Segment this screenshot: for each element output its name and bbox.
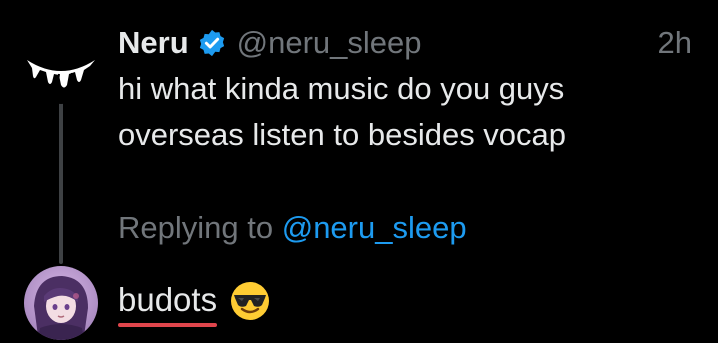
author-display-name[interactable]: Neru [118,25,189,61]
dripping-teeth-icon [27,60,95,88]
anime-avatar-icon [24,266,98,340]
reply-composer[interactable]: budots [118,280,271,327]
original-tweet[interactable]: Neru @neru_sleep 2h hi what kinda music … [118,22,698,158]
spellcheck-underline [118,323,218,327]
author-handle[interactable]: @neru_sleep [237,25,422,61]
replying-to-label: Replying to [118,210,274,245]
sunglasses-emoji-icon [229,280,271,322]
tweet-timestamp[interactable]: 2h [658,25,692,61]
thread-connector-line [59,100,63,264]
verified-badge-icon [197,28,227,58]
replying-to-context: Replying to @neru_sleep [118,210,467,246]
author-avatar[interactable] [24,30,98,104]
replying-to-handle-link[interactable]: @neru_sleep [282,210,467,245]
reply-draft-text: budots [118,281,218,318]
tweet-text-line: overseas listen to besides vocap [118,117,567,152]
reply-input-text[interactable]: budots [118,281,218,327]
tweet-header: Neru @neru_sleep 2h [118,22,698,64]
tweet-body: hi what kinda music do you guys overseas… [118,66,678,158]
tweet-text-line: hi what kinda music do you guys [118,71,565,106]
current-user-avatar [24,266,98,340]
